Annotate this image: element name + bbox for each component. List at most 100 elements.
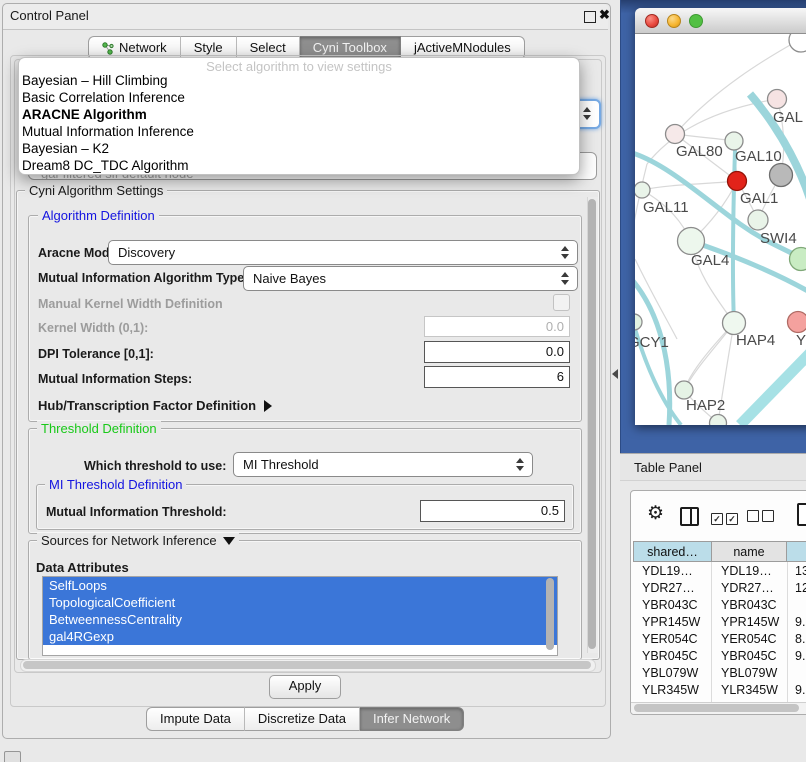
node-label: SWI4 bbox=[760, 230, 797, 247]
network-window: GAL GAL80 GAL10 GAL11 GAL1 SWI4 GAL4 GCY… bbox=[635, 8, 806, 425]
aracne-mode-value: Discovery bbox=[118, 245, 175, 260]
hub-definition-toggle[interactable]: Hub/Transcription Factor Definition bbox=[38, 398, 272, 413]
node-label: GCY1 bbox=[635, 334, 669, 351]
list-item-selected[interactable]: BetweennessCentrality bbox=[43, 611, 557, 628]
float-window-icon[interactable] bbox=[584, 11, 596, 23]
kernel-width-field[interactable]: 0.0 bbox=[424, 316, 570, 337]
mi-steps-field[interactable]: 6 bbox=[424, 366, 570, 388]
table-panel-header: Table Panel bbox=[620, 453, 806, 481]
list-item-selected[interactable]: SelfLoops bbox=[43, 577, 557, 594]
mi-type-value: Naive Bayes bbox=[253, 271, 326, 286]
list-scrollbar-thumb[interactable] bbox=[546, 578, 554, 650]
select-none-unchecked-icon[interactable] bbox=[747, 509, 777, 527]
apply-button[interactable]: Apply bbox=[269, 675, 341, 699]
node-label: GAL10 bbox=[735, 148, 782, 165]
mi-steps-label: Mutual Information Steps: bbox=[38, 372, 192, 386]
node-gray[interactable] bbox=[770, 164, 793, 187]
sources-toggle[interactable]: Sources for Network Inference bbox=[37, 533, 239, 548]
close-traffic-light-icon[interactable] bbox=[645, 14, 659, 28]
screen: Control Panel ✖ Network Style Select Cyn… bbox=[0, 0, 806, 762]
kernel-width-label: Kernel Width (0,1): bbox=[38, 321, 148, 335]
aracne-mode-combobox[interactable]: Discovery bbox=[108, 240, 578, 265]
node-gal11[interactable] bbox=[635, 182, 650, 198]
settings-hscrollbar-thumb[interactable] bbox=[23, 661, 591, 669]
table-row[interactable]: YDR27…YDR27…12 bbox=[633, 581, 806, 598]
list-item-selected[interactable]: gal4RGexp bbox=[43, 628, 557, 645]
dropdown-item[interactable]: Bayesian – K2 bbox=[22, 140, 109, 157]
dropdown-item[interactable]: Bayesian – Hill Climbing bbox=[22, 72, 168, 89]
new-page-icon[interactable] bbox=[797, 503, 806, 526]
data-attributes-list: SelfLoops TopologicalCoefficient Between… bbox=[42, 576, 558, 656]
dropdown-item[interactable]: Basic Correlation Inference bbox=[22, 89, 185, 106]
network-graph: GAL GAL80 GAL10 GAL11 GAL1 SWI4 GAL4 GCY… bbox=[635, 34, 806, 425]
expanded-arrow-icon bbox=[223, 537, 235, 545]
node-gal80[interactable] bbox=[666, 125, 685, 144]
collapsed-arrow-icon bbox=[264, 400, 272, 412]
tab-discretize-data[interactable]: Discretize Data bbox=[245, 707, 360, 731]
tab-infer-network[interactable]: Infer Network bbox=[360, 707, 464, 731]
manual-kernel-checkbox[interactable] bbox=[553, 294, 570, 311]
table-row[interactable]: YER054CYER054C8. bbox=[633, 632, 806, 649]
mi-type-label: Mutual Information Algorithm Type: bbox=[38, 271, 248, 285]
panel-title: Control Panel bbox=[10, 8, 89, 23]
group-title: Cyni Algorithm Settings bbox=[25, 183, 167, 198]
node-label: GAL1 bbox=[740, 190, 778, 207]
table-row[interactable]: YBR043CYBR043C bbox=[633, 598, 806, 615]
settings-scrollbar-thumb[interactable] bbox=[588, 199, 596, 649]
mi-threshold-label: Mutual Information Threshold: bbox=[46, 505, 227, 519]
node-red-selected[interactable] bbox=[728, 172, 747, 191]
table-row[interactable]: YBR045CYBR045C9. bbox=[633, 649, 806, 666]
table-panel-body: ⚙ ✓✓ shared… name YDL19…YDL19…13 YDR27…Y… bbox=[630, 490, 806, 715]
hub-definition-label: Hub/Transcription Factor Definition bbox=[38, 398, 256, 413]
dpi-tolerance-field[interactable]: 0.0 bbox=[424, 341, 570, 363]
tab-impute-data[interactable]: Impute Data bbox=[146, 707, 245, 731]
dropdown-item-selected[interactable]: ARACNE Algorithm bbox=[22, 106, 147, 123]
node-gcy1[interactable] bbox=[635, 314, 642, 330]
table-row[interactable]: YPR145WYPR145W9. bbox=[633, 615, 806, 632]
table-row[interactable]: YDL19…YDL19…13 bbox=[633, 564, 806, 581]
column-header-3[interactable] bbox=[786, 541, 806, 562]
dropdown-item[interactable]: Mutual Information Inference bbox=[22, 123, 194, 140]
node-gal4[interactable] bbox=[678, 228, 705, 255]
algorithm-dropdown: Select algorithm to view settings Bayesi… bbox=[18, 57, 580, 175]
stepper-icon bbox=[561, 246, 570, 260]
node-swi4[interactable] bbox=[790, 248, 806, 271]
column-header-name[interactable]: name bbox=[711, 541, 787, 562]
column-header-shared-name[interactable]: shared… bbox=[633, 541, 712, 562]
table-hscrollbar-thumb[interactable] bbox=[634, 704, 799, 712]
network-window-titlebar[interactable] bbox=[635, 8, 806, 34]
table-row[interactable]: YBL079WYBL079W bbox=[633, 666, 806, 683]
dropdown-item[interactable]: Dream8 DC_TDC Algorithm bbox=[22, 157, 189, 174]
mi-type-combobox[interactable]: Naive Bayes bbox=[243, 266, 578, 291]
gear-icon[interactable]: ⚙ bbox=[647, 504, 664, 523]
stepper-icon bbox=[516, 458, 525, 472]
minimize-traffic-light-icon[interactable] bbox=[667, 14, 681, 28]
node-gal1[interactable] bbox=[748, 210, 768, 230]
control-panel-titlebar bbox=[3, 4, 608, 30]
sources-title: Sources for Network Inference bbox=[41, 533, 217, 548]
node-salmon[interactable] bbox=[788, 312, 806, 333]
split-columns-icon[interactable] bbox=[680, 507, 699, 526]
node-gal2[interactable] bbox=[768, 90, 787, 109]
stepper-icon bbox=[583, 107, 592, 121]
minimized-panel-icon[interactable] bbox=[4, 751, 21, 762]
node-bottom[interactable] bbox=[710, 415, 727, 426]
close-icon[interactable]: ✖ bbox=[599, 7, 610, 23]
mi-threshold-field[interactable]: 0.5 bbox=[420, 500, 565, 522]
select-all-checked-icon[interactable]: ✓✓ bbox=[711, 509, 741, 527]
table-row[interactable]: YLR345WYLR345W9. bbox=[633, 683, 806, 700]
list-item-selected[interactable]: TopologicalCoefficient bbox=[43, 594, 557, 611]
manual-kernel-label: Manual Kernel Width Definition bbox=[38, 297, 223, 311]
network-canvas: GAL GAL80 GAL10 GAL11 GAL1 SWI4 GAL4 GCY… bbox=[635, 34, 806, 425]
threshold-definition-title: Threshold Definition bbox=[37, 421, 161, 436]
which-threshold-combobox[interactable]: MI Threshold bbox=[233, 452, 533, 477]
node-label: GAL11 bbox=[643, 199, 689, 216]
stepper-icon bbox=[561, 272, 570, 286]
data-attributes-label: Data Attributes bbox=[36, 560, 129, 575]
zoom-traffic-light-icon[interactable] bbox=[689, 14, 703, 28]
node[interactable] bbox=[789, 34, 806, 52]
bottom-tabs: Impute Data Discretize Data Infer Networ… bbox=[146, 707, 464, 729]
table-rows: YDL19…YDL19…13 YDR27…YDR27…12 YBR043CYBR… bbox=[633, 564, 806, 715]
node-label: GAL80 bbox=[676, 143, 723, 160]
divider-collapse-icon[interactable] bbox=[612, 369, 618, 379]
